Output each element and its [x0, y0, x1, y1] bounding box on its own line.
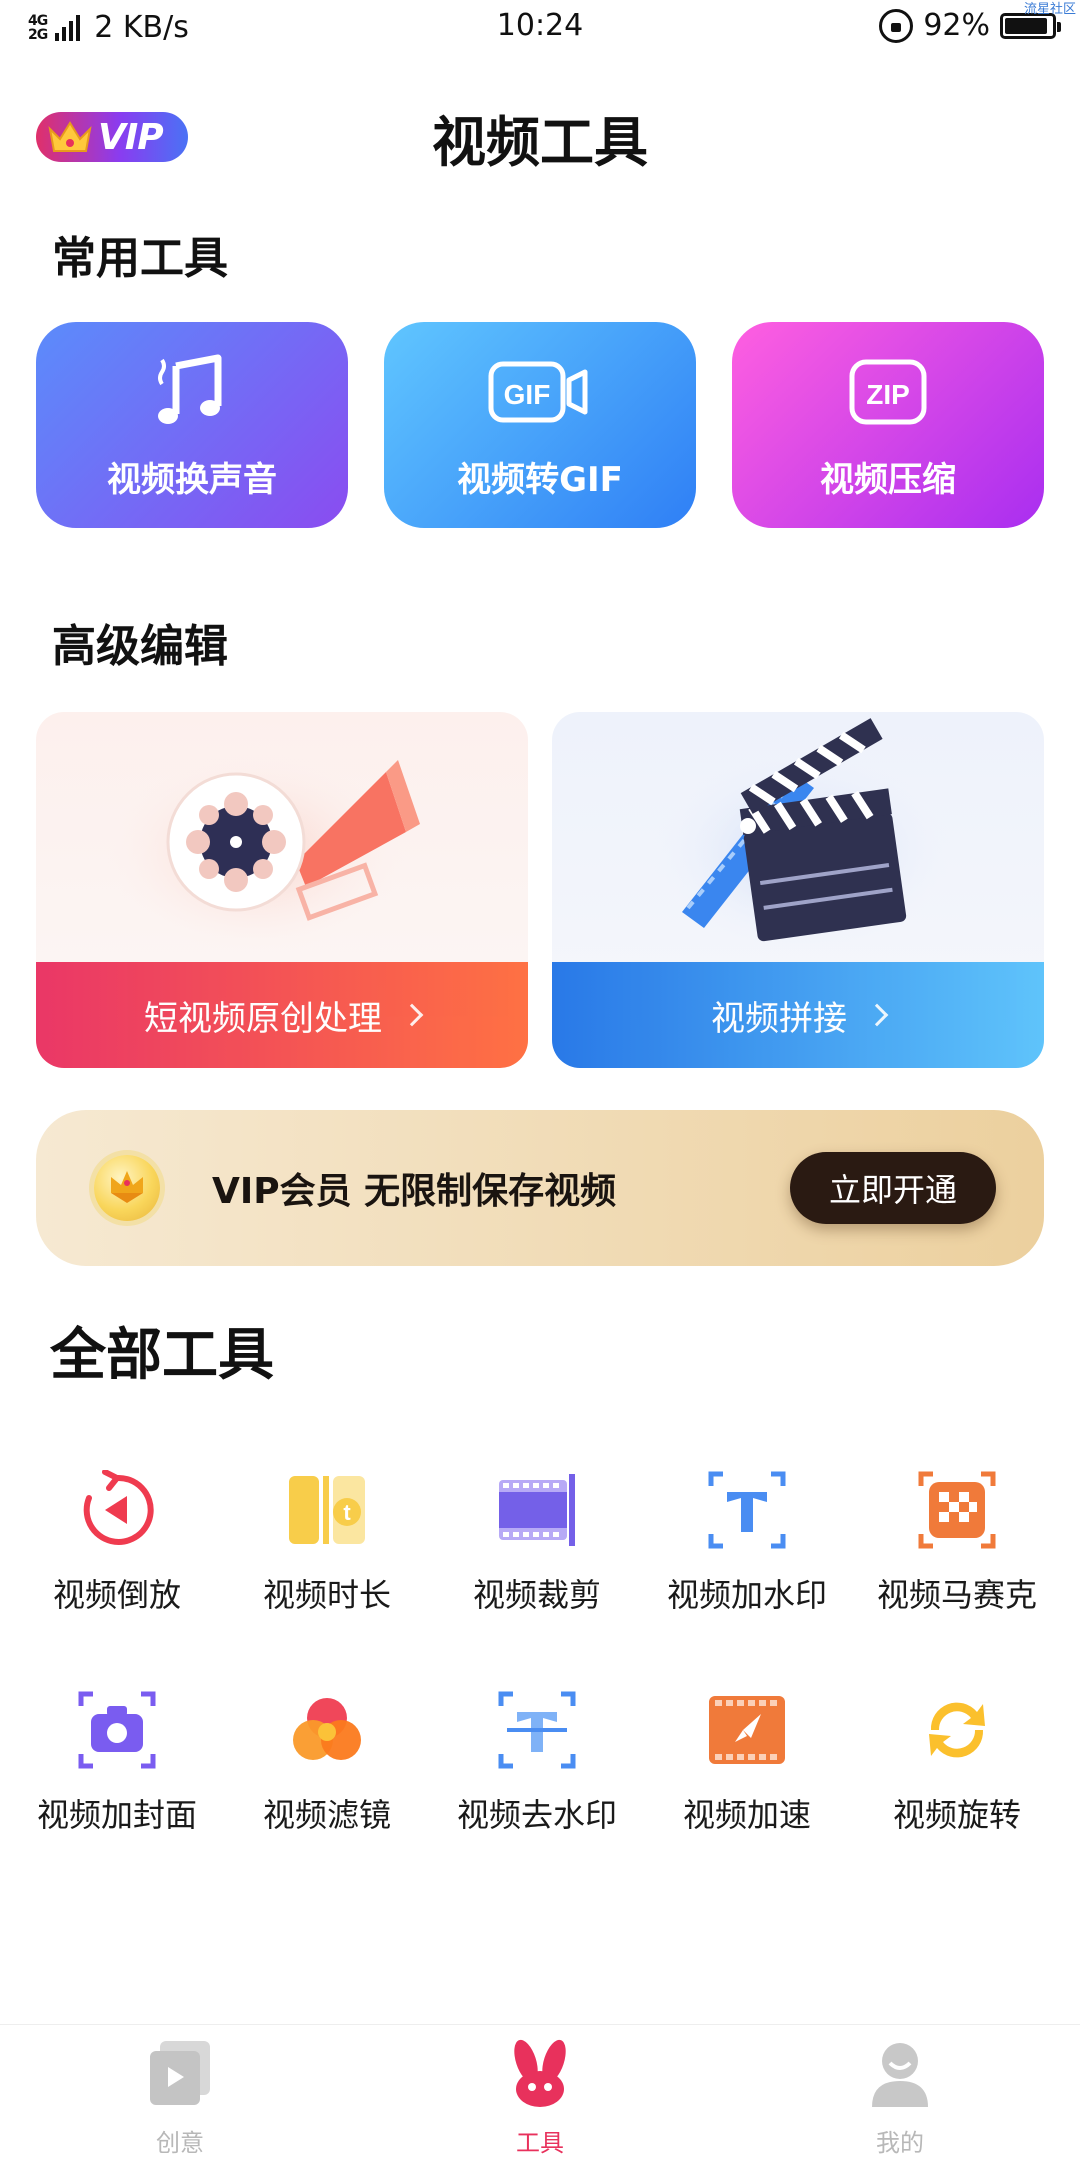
- remove-watermark-icon: [498, 1691, 576, 1769]
- gif-icon: GIF: [488, 361, 588, 423]
- tab-label: 工具: [516, 2129, 564, 2157]
- adv-card-label: 短视频原创处理: [144, 998, 382, 1039]
- tab-label: 我的: [876, 2129, 924, 2157]
- filter-icon: [293, 1698, 361, 1760]
- vip-banner[interactable]: VIP会员 无限制保存视频 立即开通: [36, 1110, 1044, 1266]
- bottom-tab-bar: 创意 工具 我的: [0, 2024, 1080, 2160]
- zip-icon: ZIP: [849, 359, 927, 425]
- tools-bunny-icon: [514, 2039, 566, 2107]
- tab-tools[interactable]: 工具: [460, 2039, 620, 2159]
- tool-crop[interactable]: 视频裁剪: [432, 1470, 642, 1630]
- tool-card-label: 视频转GIF: [457, 460, 623, 500]
- tool-label: 视频滤镜: [262, 1796, 391, 1834]
- cover-camera-icon: [78, 1691, 156, 1769]
- status-bar: 4G 2G 2 KB/s 10:24 92% 流星社区: [0, 0, 1080, 56]
- adv-card-merge[interactable]: 视频拼接: [552, 712, 1044, 1068]
- battery-percent: 92%: [923, 8, 990, 43]
- tool-card-audio[interactable]: 视频换声音: [36, 322, 348, 528]
- profile-icon: [872, 2043, 928, 2107]
- vip-medal-icon: [94, 1155, 160, 1221]
- vip-open-button[interactable]: 立即开通: [790, 1152, 996, 1224]
- tool-card-label: 视频换声音: [107, 460, 277, 500]
- tab-creative[interactable]: 创意: [100, 2039, 260, 2159]
- crop-film-icon: [499, 1474, 575, 1546]
- tool-add-cover[interactable]: 视频加封面: [12, 1690, 222, 1850]
- tool-label: 视频加速: [682, 1796, 811, 1834]
- film-reel-megaphone-icon: [106, 752, 420, 952]
- adv-card-original[interactable]: 短视频原创处理: [36, 712, 528, 1068]
- section-title-common: 常用工具: [52, 233, 228, 284]
- tool-add-watermark[interactable]: 视频加水印: [642, 1470, 852, 1630]
- tool-label: 视频时长: [262, 1576, 391, 1614]
- mosaic-icon: [918, 1471, 996, 1549]
- tool-label: 视频加水印: [666, 1576, 827, 1614]
- tool-label: 视频马赛克: [876, 1576, 1037, 1614]
- chevron-right-icon: [865, 1003, 889, 1027]
- svg-text:ZIP: ZIP: [866, 379, 910, 410]
- corner-watermark: 流星社区: [1023, 2, 1076, 17]
- svg-text:t: t: [343, 1500, 351, 1525]
- tool-label: 视频加封面: [36, 1796, 197, 1834]
- adv-card-bar: 短视频原创处理: [36, 962, 528, 1068]
- adv-card-bar: 视频拼接: [552, 962, 1044, 1068]
- tool-card-compress[interactable]: ZIP 视频压缩: [732, 322, 1044, 528]
- tool-reverse[interactable]: 视频倒放: [12, 1470, 222, 1630]
- tool-card-gif[interactable]: GIF 视频转GIF: [384, 322, 696, 528]
- tool-mosaic[interactable]: 视频马赛克: [852, 1470, 1062, 1630]
- page-title: 视频工具: [432, 111, 648, 174]
- tool-label: 视频去水印: [456, 1796, 617, 1834]
- reverse-icon: [83, 1470, 154, 1545]
- tool-remove-watermark[interactable]: 视频去水印: [432, 1690, 642, 1850]
- section-title-advanced: 高级编辑: [52, 621, 228, 672]
- rotation-lock-icon: [879, 8, 914, 43]
- music-note-icon: [158, 354, 222, 424]
- svg-text:GIF: GIF: [504, 379, 551, 410]
- tab-profile[interactable]: 我的: [820, 2039, 980, 2159]
- vip-banner-text: VIP会员 无限制保存视频: [212, 1171, 617, 1212]
- tool-label: 视频倒放: [52, 1576, 181, 1614]
- section-title-all: 全部工具: [50, 1323, 274, 1388]
- speed-rocket-icon: [709, 1696, 785, 1764]
- rotate-icon: [929, 1702, 985, 1758]
- tool-rotate[interactable]: 视频旋转: [852, 1690, 1062, 1850]
- tab-label: 创意: [156, 2129, 204, 2157]
- add-watermark-icon: [708, 1471, 786, 1549]
- tool-duration[interactable]: t 视频时长: [222, 1470, 432, 1630]
- chevron-right-icon: [400, 1003, 424, 1027]
- tool-speed[interactable]: 视频加速: [642, 1690, 852, 1850]
- tool-filter[interactable]: 视频滤镜: [222, 1690, 432, 1850]
- tool-label: 视频裁剪: [472, 1576, 601, 1614]
- tool-label: 视频旋转: [892, 1796, 1021, 1834]
- adv-card-label: 视频拼接: [711, 998, 847, 1039]
- clapperboard-icon: [652, 718, 952, 952]
- header: VIP 视频工具: [0, 90, 1080, 180]
- tool-card-label: 视频压缩: [820, 460, 956, 500]
- creative-icon: [150, 2041, 210, 2105]
- duration-icon: t: [289, 1476, 365, 1544]
